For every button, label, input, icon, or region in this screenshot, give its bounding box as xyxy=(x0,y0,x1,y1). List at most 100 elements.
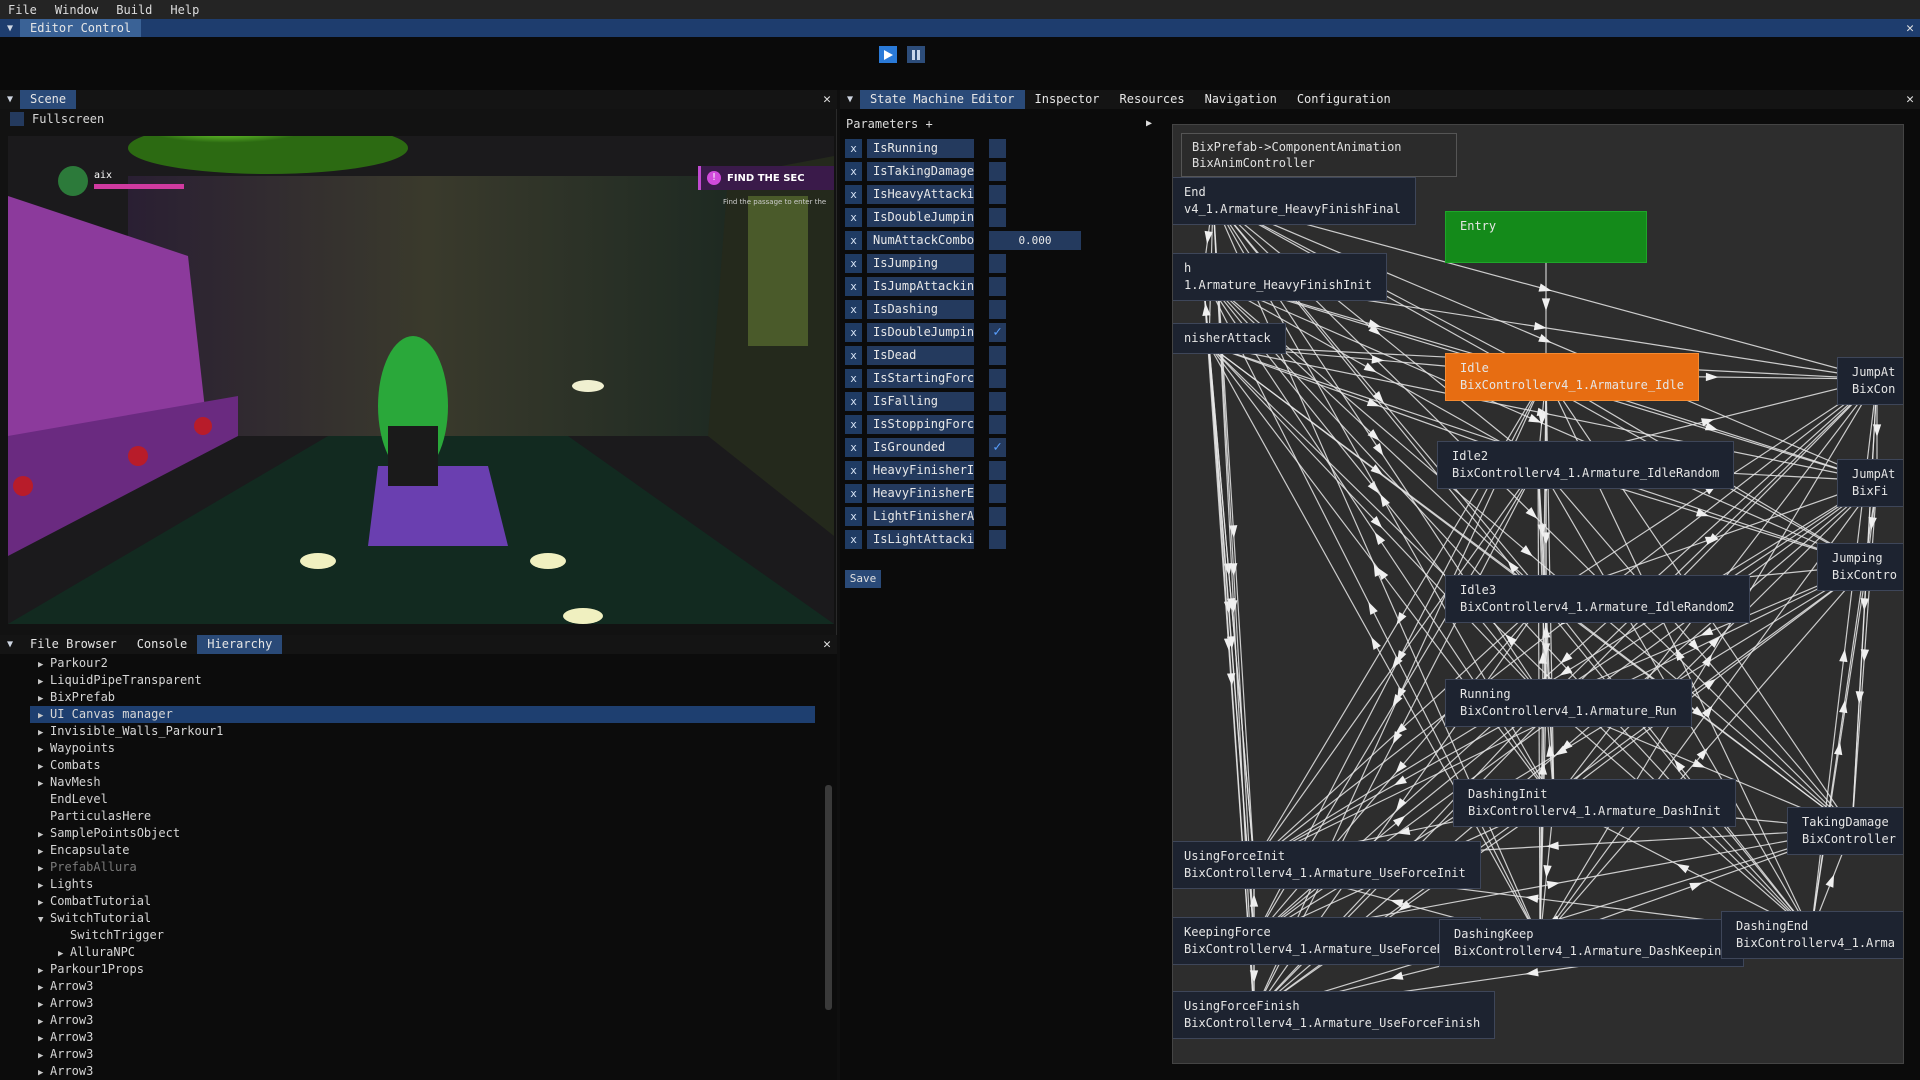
transition-arrow-icon[interactable] xyxy=(1393,775,1407,786)
parameter-name-field[interactable]: IsLightAttackin xyxy=(867,530,974,549)
transition-arrow-icon[interactable] xyxy=(1839,649,1848,663)
tree-item[interactable]: ▶ Combats xyxy=(30,757,815,774)
tab-file-browser[interactable]: File Browser xyxy=(20,635,127,654)
parameter-name-field[interactable]: NumAttackCombo xyxy=(867,231,974,250)
remove-parameter-button[interactable]: x xyxy=(845,484,862,503)
scene-viewport[interactable]: aix ! FIND THE SEC Find the passage to e… xyxy=(8,136,834,624)
parameter-name-field[interactable]: LightFinisherAt xyxy=(867,507,974,526)
parameter-name-field[interactable]: IsDashing xyxy=(867,300,974,319)
state-node-heavyinit[interactable]: h 1.Armature_HeavyFinishInit xyxy=(1173,253,1387,301)
tree-item[interactable]: ▶ SamplePointsObject xyxy=(30,825,815,842)
parameter-checkbox[interactable] xyxy=(989,530,1006,549)
tree-item[interactable]: ▶ Lights xyxy=(30,876,815,893)
remove-parameter-button[interactable]: x xyxy=(845,162,862,181)
close-icon[interactable]: ✕ xyxy=(1906,90,1914,109)
tree-item[interactable]: ▶ PrefabAllura xyxy=(30,859,815,876)
transition-arrow-icon[interactable] xyxy=(1546,841,1559,850)
parameters-header[interactable]: Parameters + xyxy=(846,117,933,131)
remove-parameter-button[interactable]: x xyxy=(845,507,862,526)
transition-arrow-icon[interactable] xyxy=(1538,333,1552,343)
tree-item[interactable]: ▶ AlluraNPC xyxy=(30,944,815,961)
parameter-checkbox[interactable] xyxy=(989,208,1006,227)
remove-parameter-button[interactable]: x xyxy=(845,185,862,204)
tree-item[interactable]: ▶ LiquidPipeTransparent xyxy=(30,672,815,689)
transition-arrow-icon[interactable] xyxy=(1397,826,1411,835)
remove-parameter-button[interactable]: x xyxy=(845,392,862,411)
transition-arrow-icon[interactable] xyxy=(1689,882,1703,891)
parameter-name-field[interactable]: IsHeavyAttackin xyxy=(867,185,974,204)
tree-item[interactable]: ▶ Arrow3 xyxy=(30,995,815,1012)
parameter-name-field[interactable]: IsDoubleJumping xyxy=(867,208,974,227)
transition-arrow-icon[interactable] xyxy=(1525,968,1539,977)
parameter-checkbox-checked[interactable]: ✓ xyxy=(989,323,1006,342)
tree-item[interactable]: EndLevel xyxy=(30,791,815,808)
parameter-name-field[interactable]: IsDoubleJumping xyxy=(867,323,974,342)
collapse-arrow-icon[interactable]: ▼ xyxy=(0,94,20,105)
close-icon[interactable]: ✕ xyxy=(1906,19,1914,38)
play-triangle-icon[interactable]: ▶ xyxy=(1146,118,1152,129)
tab-resources[interactable]: Resources xyxy=(1110,90,1195,109)
parameter-name-field[interactable]: IsJumpAttacking xyxy=(867,277,974,296)
transition-arrow-icon[interactable] xyxy=(1372,443,1384,456)
transition-arrow-icon[interactable] xyxy=(1390,899,1404,908)
state-node-idle2[interactable]: Idle2 BixControllerv4_1.Armature_IdleRand… xyxy=(1437,441,1735,489)
tree-item[interactable]: ▶ Encapsulate xyxy=(30,842,815,859)
transition-arrow-icon[interactable] xyxy=(1825,874,1835,888)
remove-parameter-button[interactable]: x xyxy=(845,530,862,549)
transition-arrow-icon[interactable] xyxy=(1855,691,1865,704)
remove-parameter-button[interactable]: x xyxy=(845,346,862,365)
parameter-name-field[interactable]: IsDead xyxy=(867,346,974,365)
tree-item[interactable]: ▶ Waypoints xyxy=(30,740,815,757)
parameter-checkbox[interactable] xyxy=(989,185,1006,204)
parameter-checkbox-checked[interactable]: ✓ xyxy=(989,438,1006,457)
transition-arrow-icon[interactable] xyxy=(1538,283,1552,292)
tab-inspector[interactable]: Inspector xyxy=(1025,90,1110,109)
transition-arrow-icon[interactable] xyxy=(1368,601,1378,615)
fullscreen-toggle[interactable]: Fullscreen xyxy=(10,112,104,126)
state-node-idle3[interactable]: Idle3 BixControllerv4_1.Armature_IdleRand… xyxy=(1445,575,1750,623)
remove-parameter-button[interactable]: x xyxy=(845,323,862,342)
fullscreen-checkbox[interactable] xyxy=(10,112,24,126)
parameter-checkbox[interactable] xyxy=(989,415,1006,434)
tree-item[interactable]: ParticulasHere xyxy=(30,808,815,825)
state-node-idle[interactable]: Idle BixControllerv4_1.Armature_Idle xyxy=(1445,353,1699,401)
parameter-checkbox[interactable] xyxy=(989,392,1006,411)
tab-console[interactable]: Console xyxy=(127,635,198,654)
tree-item[interactable]: ▶ Arrow3 xyxy=(30,978,815,995)
state-node-entry[interactable]: Entry xyxy=(1445,211,1647,263)
tree-item[interactable]: ▶ UI Canvas manager xyxy=(30,706,815,723)
parameter-checkbox[interactable] xyxy=(989,277,1006,296)
parameter-checkbox[interactable] xyxy=(989,162,1006,181)
state-node-dashkeep[interactable]: DashingKeep BixControllerv4_1.Armature_Da… xyxy=(1439,919,1744,967)
tree-item[interactable]: ▶ Arrow3 xyxy=(30,1046,815,1063)
transition-arrow-icon[interactable] xyxy=(1370,464,1384,476)
state-node-useforceinit[interactable]: UsingForceInit BixControllerv4_1.Armature… xyxy=(1173,841,1481,889)
parameter-name-field[interactable]: HeavyFinisherIn xyxy=(867,461,974,480)
parameter-name-field[interactable]: IsStartingForce xyxy=(867,369,974,388)
state-node-jumpa1[interactable]: JumpAt BixCon xyxy=(1837,357,1903,405)
tab-state-machine-editor[interactable]: State Machine Editor xyxy=(860,90,1025,109)
close-icon[interactable]: ✕ xyxy=(823,635,831,654)
parameter-name-field[interactable]: IsRunning xyxy=(867,139,974,158)
transition-arrow-icon[interactable] xyxy=(1393,815,1406,827)
parameter-checkbox[interactable] xyxy=(989,139,1006,158)
menu-window[interactable]: Window xyxy=(55,3,98,17)
collapse-arrow-icon[interactable]: ▼ xyxy=(840,94,860,105)
tab-navigation[interactable]: Navigation xyxy=(1195,90,1287,109)
state-graph-canvas[interactable]: BixPrefab->ComponentAnimation BixAnimCon… xyxy=(1172,124,1904,1064)
state-node-finisher[interactable]: nisherAttack xyxy=(1173,323,1286,354)
tree-item[interactable]: SwitchTrigger xyxy=(30,927,815,944)
play-button[interactable] xyxy=(879,46,897,63)
parameter-float-field[interactable]: 0.000 xyxy=(989,231,1081,250)
parameter-checkbox[interactable] xyxy=(989,346,1006,365)
remove-parameter-button[interactable]: x xyxy=(845,254,862,273)
remove-parameter-button[interactable]: x xyxy=(845,300,862,319)
transition-arrow-icon[interactable] xyxy=(1525,894,1539,903)
tree-item[interactable]: ▶ NavMesh xyxy=(30,774,815,791)
state-node-dashend[interactable]: DashingEnd BixControllerv4_1.Arma xyxy=(1721,911,1903,959)
parameter-checkbox[interactable] xyxy=(989,369,1006,388)
collapsed-arrow-icon[interactable]: ▶ xyxy=(38,1065,50,1080)
transition-arrow-icon[interactable] xyxy=(1363,362,1377,373)
transition-arrow-icon[interactable] xyxy=(1390,971,1404,980)
parameter-checkbox[interactable] xyxy=(989,300,1006,319)
